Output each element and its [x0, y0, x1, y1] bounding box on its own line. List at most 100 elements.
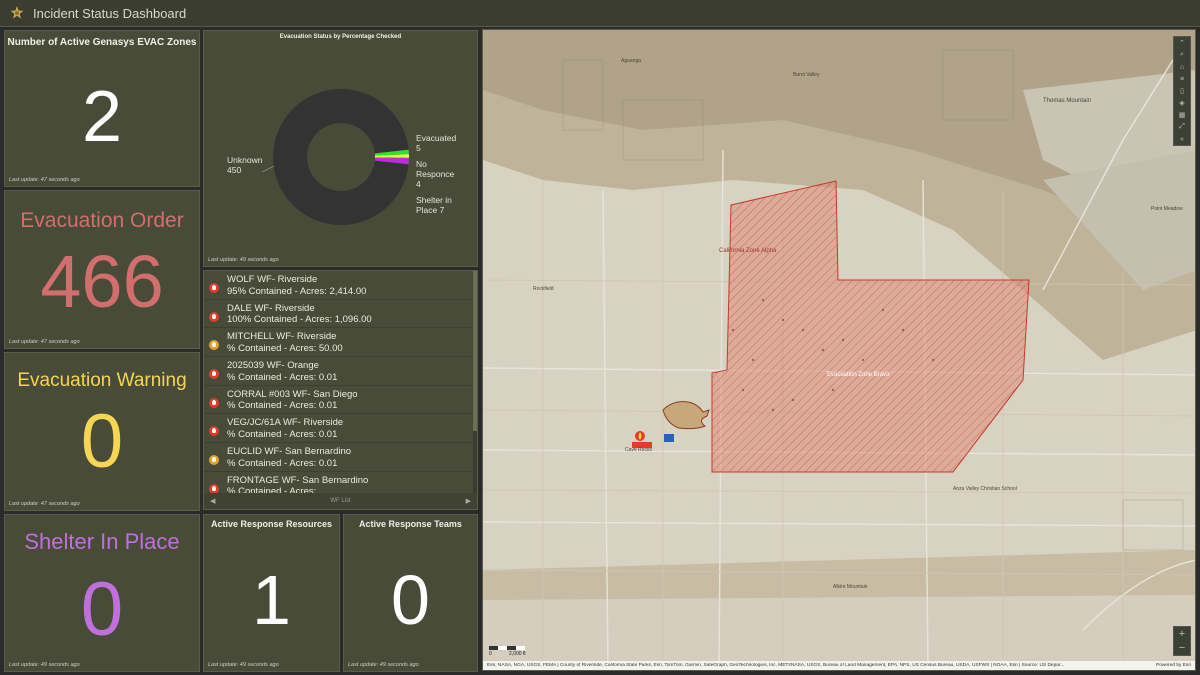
wildfire-details: % Contained - Acres:: [227, 486, 317, 493]
wildfire-list-item[interactable]: EUCLID WF- San Bernardino% Contained - A…: [204, 443, 474, 472]
powered-by[interactable]: Powered by Esri: [1156, 663, 1191, 668]
fire-icon: [209, 483, 219, 493]
map-attribution-bar: Esri, NASA, NGA, USGS, FEMA | County of …: [483, 661, 1195, 670]
wildfire-text: DALE WF- Riverside 100% Contained - Acres…: [227, 303, 372, 326]
label-noresp: No: [416, 159, 427, 169]
wildfire-list-item[interactable]: VEG/JC/61A WF- Riverside% Contained - Ac…: [204, 414, 474, 444]
active-zones-value: 2: [81, 77, 123, 157]
collapse-icon[interactable]: ⌃: [1174, 37, 1190, 49]
wildfire-text: CORRAL #003 WF- San Diego% Contained - A…: [227, 389, 358, 412]
shelter-title: Shelter In Place: [24, 529, 180, 554]
fire-marker-icon[interactable]: [635, 431, 645, 441]
wildfire-list-item[interactable]: MITCHELL WF- Riverside% Contained - Acre…: [204, 328, 474, 358]
evac-warning-value: 0: [80, 399, 124, 484]
wildfire-name: EUCLID WF- San Bernardino: [227, 446, 352, 458]
basemap[interactable]: Thomas Mountain California Zone Alpha Ev…: [483, 30, 1196, 671]
app-header: Incident Status Dashboard: [0, 0, 1200, 27]
map-label-cave-rocks: Cave Rocks: [625, 447, 652, 453]
zoom-controls: + −: [1173, 626, 1191, 656]
map-toolbar: ⌃ ⌕ ⌂ ≡ ▯ ◈ ▦ ⤢ «: [1173, 36, 1191, 146]
fire-contained-icon: [209, 455, 219, 466]
command-post-icon[interactable]: [664, 434, 674, 442]
fire-icon: [209, 397, 219, 408]
wildfire-details: % Contained - Acres: 0.01: [227, 371, 338, 383]
wildfire-name: WOLF WF- Riverside: [227, 274, 318, 285]
fire-contained-icon: [209, 340, 219, 351]
home-icon[interactable]: ⌂: [1174, 61, 1190, 73]
map-label-zone1: California Zone Alpha: [719, 248, 777, 254]
wildfire-details: % Contained - Acres: 50.00: [227, 342, 343, 354]
sheriff-badge-icon: [10, 6, 24, 20]
donut-chart: Unknown 450 Evacuated 5 No Responce 4 Sh…: [227, 89, 456, 226]
evac-warning-panel: Evacuation Warning 0 Last update: 47 sec…: [4, 352, 200, 511]
expand-icon[interactable]: ⤢: [1174, 121, 1190, 133]
wildfire-text: EUCLID WF- San Bernardino% Contained - A…: [227, 446, 351, 469]
zoom-in-icon[interactable]: +: [1174, 627, 1190, 641]
shelter-panel: Shelter In Place 0 Last update: 49 secon…: [4, 514, 200, 672]
map-label-burnt-valley: Burnt Valley: [793, 72, 820, 78]
wildfire-details: % Contained - Acres: 0.01: [227, 428, 338, 440]
zoom-out-icon[interactable]: −: [1174, 641, 1190, 655]
label-shelter-2: Place 7: [416, 205, 445, 215]
map-panel[interactable]: Thomas Mountain California Zone Alpha Ev…: [482, 29, 1196, 671]
basemap-icon[interactable]: ▦: [1174, 109, 1190, 121]
bookmark-icon[interactable]: ▯: [1174, 85, 1190, 97]
wildfire-list-item[interactable]: FRONTAGE WF- San Bernardino% Contained -…: [204, 472, 474, 493]
last-update: Last update: 47 seconds ago: [9, 501, 80, 507]
wildfire-list-item[interactable]: 2025039 WF- Orange% Contained - Acres: 0…: [204, 357, 474, 386]
label-noresp-2: Responce: [416, 169, 455, 179]
wildfire-text: MITCHELL WF- Riverside% Contained - Acre…: [227, 331, 343, 354]
wildfire-details: 100% Contained - Acres: 1,096.00: [227, 314, 372, 326]
list-footer: ◀ WF List ▶: [204, 493, 477, 509]
list-icon[interactable]: ≡: [1174, 73, 1190, 85]
scale-left: 0: [489, 651, 492, 657]
teams-value: 0: [391, 561, 430, 639]
label-unknown: Unknown: [227, 155, 263, 165]
map-label-zone2: Evacuation Zone Bravo: [827, 372, 890, 378]
chevron-left-icon[interactable]: «: [1174, 133, 1190, 145]
scroll-right-icon[interactable]: ▶: [466, 497, 471, 505]
map-label-alkire-mountain: Alkire Mountain: [833, 584, 868, 590]
map-attribution: Esri, NASA, NGA, USGS, FEMA | County of …: [487, 663, 1065, 668]
wildfire-name: FRONTAGE WF- San Bernardino: [227, 474, 369, 486]
teams-title: Active Response Teams: [359, 519, 462, 529]
wildfire-name: CORRAL #003 WF- San Diego: [227, 388, 358, 400]
wildfire-text: FRONTAGE WF- San Bernardino% Contained -…: [227, 475, 368, 493]
unknown-leader-line: [261, 165, 275, 173]
fire-icon: [209, 311, 219, 322]
wildfire-list-item[interactable]: CORRAL #003 WF- San Diego% Contained - A…: [204, 386, 474, 415]
label-evacuated-val: 5: [416, 143, 421, 153]
scale-right: 2,000 ft: [509, 651, 526, 657]
resources-title: Active Response Resources: [210, 519, 333, 529]
wildfire-list-item[interactable]: WOLF WF- Riverside 95% Contained - Acres:…: [204, 271, 474, 300]
wildfire-name: 2025039 WF- Orange: [227, 360, 319, 372]
teams-panel: Active Response Teams 0 Last update: 49 …: [343, 514, 478, 672]
label-unknown-val: 450: [227, 165, 241, 175]
page-title: Incident Status Dashboard: [33, 5, 187, 21]
wildfire-text: 2025039 WF- Orange% Contained - Acres: 0…: [227, 360, 337, 383]
wildfire-name: VEG/JC/61A WF- Riverside: [227, 417, 344, 429]
wildfire-list-panel: WOLF WF- Riverside 95% Contained - Acres:…: [203, 270, 478, 510]
map-label-rockfield: Rockfield: [533, 286, 554, 292]
wildfire-details: % Contained - Acres: 0.01: [227, 457, 338, 469]
search-icon[interactable]: ⌕: [1174, 49, 1190, 61]
wildfire-list-item[interactable]: DALE WF- Riverside 100% Contained - Acres…: [204, 300, 474, 329]
map-label-thomas-mountain: Thomas Mountain: [1043, 98, 1091, 104]
list-footer-label: WF List: [330, 498, 351, 504]
evac-order-panel: Evacuation Order 466 Last update: 47 sec…: [4, 190, 200, 349]
chart-title: Evacuation Status by Percentage Checked: [279, 34, 402, 40]
label-evacuated: Evacuated: [416, 133, 456, 143]
wildfire-name: MITCHELL WF- Riverside: [227, 331, 337, 343]
map-label-aguanga: Aguanga: [621, 58, 641, 64]
label-shelter: Shelter in: [416, 195, 452, 205]
scale-bar: 0 2,000 ft: [489, 644, 529, 658]
list-scrollbar[interactable]: [473, 271, 477, 493]
last-update: Last update: 47 seconds ago: [9, 177, 80, 183]
layers-icon[interactable]: ◈: [1174, 97, 1190, 109]
wildfire-text: VEG/JC/61A WF- Riverside% Contained - Ac…: [227, 417, 343, 440]
scroll-left-icon[interactable]: ◀: [210, 497, 215, 505]
resources-panel: Active Response Resources 1 Last update:…: [203, 514, 340, 672]
shelter-value: 0: [80, 567, 124, 652]
map-label-point-meadow: Point Meadow: [1151, 206, 1183, 212]
wildfire-name: DALE WF- Riverside: [227, 302, 315, 314]
